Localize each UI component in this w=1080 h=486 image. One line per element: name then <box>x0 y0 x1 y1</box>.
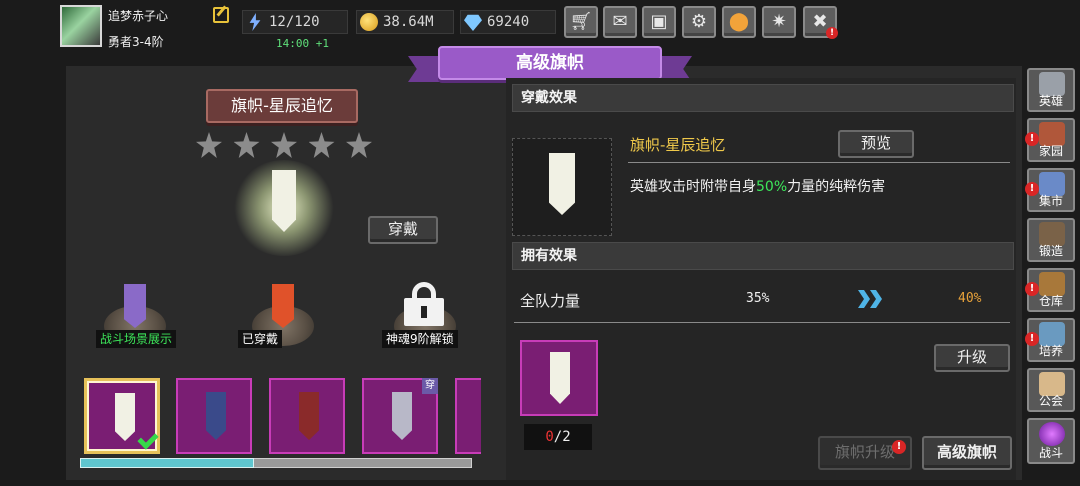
settings-button[interactable]: ⚙ <box>682 6 716 38</box>
nav-training[interactable]: 培养 ! <box>1025 318 1075 362</box>
page-title: 高级旗帜 <box>438 46 662 80</box>
nav-guild[interactable]: 公会 <box>1027 368 1075 412</box>
feather-icon: ✷ <box>771 11 787 32</box>
player-rank: 勇者3-4阶 <box>108 35 164 49</box>
nav-battle[interactable]: 战斗 <box>1027 418 1075 464</box>
gold-coin-icon <box>360 13 378 31</box>
star-rating <box>196 132 372 158</box>
settings-icon: ⚙ <box>690 11 708 32</box>
wear-effect-header: 穿戴效果 <box>512 84 1014 112</box>
banner-preview-icon <box>272 170 296 232</box>
color-wheel-button[interactable]: ⬤ <box>722 6 756 38</box>
portal-icon <box>1039 422 1065 446</box>
gamepad-icon: ▣ <box>650 11 668 32</box>
star-icon <box>196 132 222 158</box>
banner-slot[interactable] <box>84 378 160 454</box>
own-effect-header: 拥有效果 <box>512 242 1014 270</box>
gem-counter[interactable]: 69240 <box>460 10 556 34</box>
energy-counter[interactable]: 12/120 <box>242 10 348 34</box>
alert-icon: ! <box>1025 182 1039 196</box>
detail-item-name: 旗帜-星辰追忆 <box>630 136 726 154</box>
pedestal-label-worn: 已穿戴 <box>238 330 283 348</box>
moon-banner-icon <box>206 392 226 440</box>
pedestal-label-locked: 神魂9阶解锁 <box>382 330 458 348</box>
worn-tag: 穿 <box>422 378 438 394</box>
mail-button[interactable]: ✉ <box>603 6 637 38</box>
upgrade-button[interactable]: 升级 <box>934 344 1010 372</box>
alert-icon: ! <box>1025 282 1039 296</box>
star-banner-icon <box>549 153 575 215</box>
silver-banner-icon <box>392 392 412 440</box>
banner-slot[interactable] <box>176 378 252 454</box>
star-icon <box>346 132 372 158</box>
purple-banner-icon <box>124 284 146 328</box>
no-button[interactable]: ✖ ! <box>803 6 838 39</box>
preview-button[interactable]: 预览 <box>838 130 914 158</box>
check-icon <box>137 428 159 450</box>
alert-icon: ! <box>1025 332 1039 346</box>
double-arrow-icon <box>858 290 886 308</box>
banner-slot[interactable]: 穿 <box>362 378 438 454</box>
divider <box>514 322 1010 323</box>
star-icon <box>308 132 335 158</box>
star-banner-icon <box>550 352 570 404</box>
alert-icon: ! <box>892 440 906 454</box>
fire-banner-icon <box>272 284 294 328</box>
player-name: 追梦赤子心 <box>108 9 169 23</box>
pedestal-label-battle: 战斗场景展示 <box>96 330 177 348</box>
shop-button[interactable]: 🛒︎ <box>564 6 598 38</box>
gem-value: 69240 <box>487 14 530 30</box>
divider <box>628 162 1010 163</box>
alert-icon: ! <box>826 27 838 39</box>
banner-slot[interactable] <box>269 378 345 454</box>
lock-icon <box>404 282 444 326</box>
star-banner-icon <box>115 393 135 441</box>
advanced-flag-button[interactable]: 高级旗帜 <box>922 436 1012 470</box>
material-slot[interactable] <box>520 340 598 416</box>
nav-hero[interactable]: 英雄 <box>1027 68 1075 112</box>
star-icon <box>233 132 260 158</box>
nav-market[interactable]: 集市 ! <box>1025 168 1075 212</box>
gold-value: 38.64M <box>383 14 434 30</box>
nav-home[interactable]: 家园 ! <box>1025 118 1075 162</box>
material-count: 0/2 <box>524 424 592 450</box>
alert-icon: ! <box>1025 132 1039 146</box>
color-wheel-icon: ⬤ <box>728 11 750 32</box>
nav-warehouse[interactable]: 仓库 ! <box>1025 268 1075 312</box>
effect-percent: 50% <box>756 179 788 195</box>
attribute-name: 全队力量 <box>520 292 581 310</box>
shop-icon: 🛒︎ <box>569 11 593 32</box>
nav-forge[interactable]: 锻造 <box>1027 218 1075 262</box>
star-icon <box>271 132 297 158</box>
wear-effect-description: 英雄攻击时附带自身50%力量的纯粹伤害 <box>630 179 886 195</box>
gamepad-button[interactable]: ▣ <box>642 6 676 38</box>
gold-counter[interactable]: 38.64M <box>356 10 454 34</box>
edit-name-icon[interactable] <box>213 7 229 23</box>
attribute-current: 35% <box>746 291 770 306</box>
energy-regen-timer: 14:00 +1 <box>276 37 329 50</box>
equipped-banner-frame <box>512 138 612 236</box>
item-name-plate: 旗帜-星辰追忆 <box>206 89 358 123</box>
attribute-next: 40% <box>958 291 982 306</box>
player-avatar[interactable] <box>60 5 102 47</box>
slots-scroll-thumb[interactable] <box>80 458 254 468</box>
energy-icon <box>249 13 261 31</box>
feather-button[interactable]: ✷ <box>762 6 796 38</box>
cross-banner-icon <box>299 392 319 440</box>
mail-icon: ✉ <box>612 11 628 32</box>
energy-value: 12/120 <box>269 14 320 30</box>
wear-button[interactable]: 穿戴 <box>368 216 438 244</box>
banner-slot[interactable] <box>455 378 481 454</box>
gem-icon <box>464 14 482 31</box>
